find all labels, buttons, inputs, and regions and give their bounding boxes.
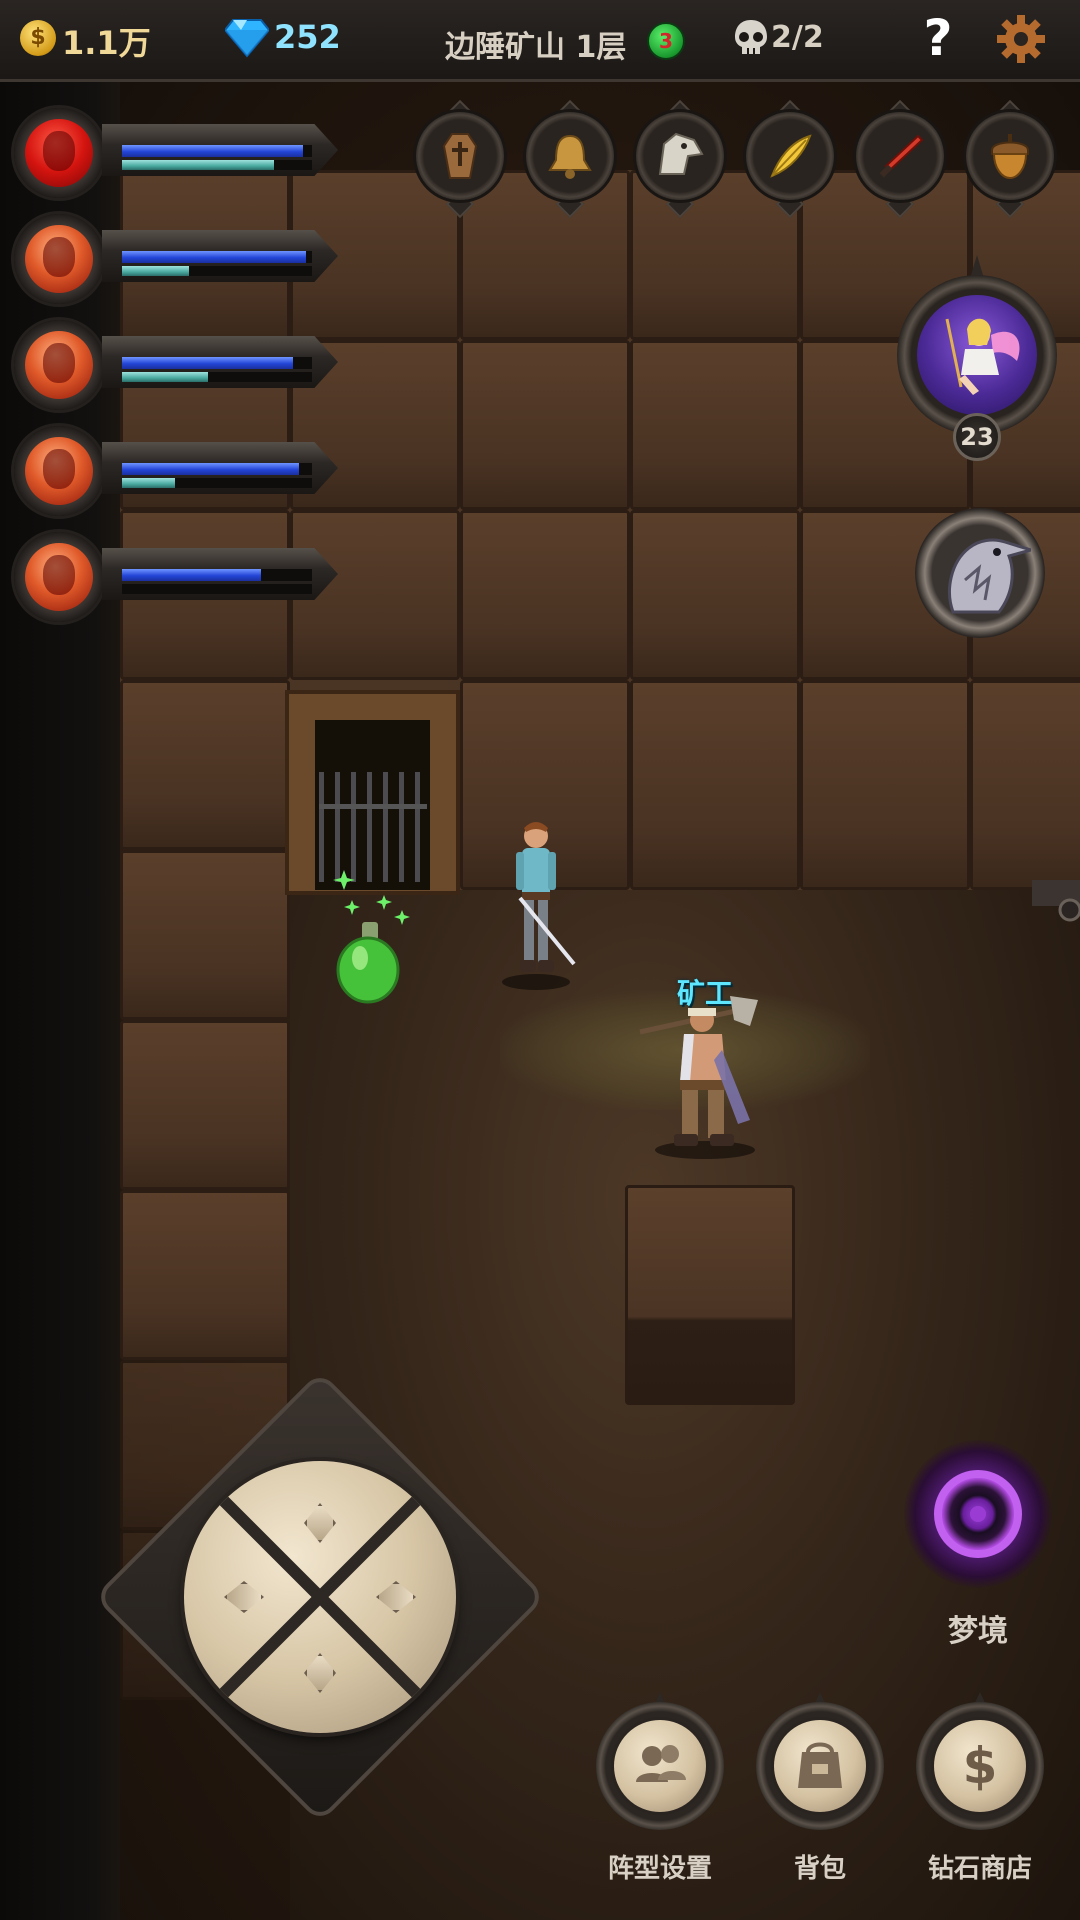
skull-icon [735, 20, 767, 54]
hp-bar-4 [122, 463, 312, 475]
team-icon [636, 1745, 686, 1782]
portal-icon [934, 1470, 1022, 1558]
party-member-4[interactable] [10, 418, 340, 518]
angel-companion-icon [945, 318, 1020, 395]
miner-enemy[interactable] [630, 990, 780, 1160]
gold-amount: 1.1万 [62, 24, 151, 62]
mp-bar-1 [122, 160, 312, 170]
hero-portrait-1 [25, 119, 93, 187]
gold-coin-icon: $ [20, 20, 56, 56]
hero-portrait-2 [25, 225, 93, 293]
golden-feather-relic-icon [770, 134, 812, 178]
hero-swordsman[interactable] [486, 812, 586, 992]
dungeon-level-title: 边陲矿山 1层 [445, 30, 627, 65]
mp-bar-5 [122, 584, 312, 594]
relic-slot-3[interactable] [630, 99, 730, 219]
mp-bar-3 [122, 372, 312, 382]
floor-badge[interactable]: 3 [647, 22, 685, 60]
hero-portrait-4 [25, 437, 93, 505]
hero-portrait-5 [25, 543, 93, 611]
raven-icon [948, 538, 1031, 614]
party-member-5[interactable] [10, 524, 340, 624]
help-button[interactable]: ? [918, 10, 958, 66]
relic-slot-1[interactable] [410, 99, 510, 219]
diamond-shop-label: 钻石商店 [927, 1854, 1032, 1884]
hero-portrait-3 [25, 331, 93, 399]
dpad-right-button[interactable] [346, 1547, 446, 1647]
bell-relic-icon [548, 134, 592, 179]
mp-bar-2 [122, 266, 312, 276]
party-member-3[interactable] [10, 312, 340, 412]
mine-cart [1032, 880, 1080, 922]
dream-portal-button[interactable] [904, 1440, 1052, 1588]
party-member-2[interactable] [10, 206, 340, 306]
coffin-relic-icon [442, 133, 478, 179]
stone-pillar [625, 1185, 795, 1405]
green-potion-icon[interactable] [322, 840, 422, 1010]
top-status-bar: $ 1.1万 252 边陲矿山 1层 3 2/2 ? [0, 0, 1080, 82]
formation-label: 阵型设置 [607, 1854, 712, 1884]
diamond-shop-button[interactable]: $ 钻石商店 [910, 1692, 1050, 1884]
hp-bar-1 [122, 145, 312, 157]
backpack-icon [798, 1742, 842, 1788]
companion-fairy-button[interactable]: 23 [897, 255, 1057, 461]
hp-bar-5 [122, 569, 312, 581]
relic-slot-4[interactable] [740, 99, 840, 219]
relic-slot-2[interactable] [520, 99, 620, 219]
diamond-amount: 252 [274, 18, 341, 56]
dpad-left-button[interactable] [194, 1547, 294, 1647]
relic-slot-5[interactable] [850, 99, 950, 219]
dollar-icon: $ [934, 1720, 1026, 1812]
raven-pet-button[interactable] [915, 508, 1045, 638]
acorn-relic-icon [991, 134, 1029, 180]
mp-bar-4 [122, 478, 312, 488]
hp-bar-3 [122, 357, 312, 369]
dream-label: 梦境 [948, 1614, 1008, 1649]
kill-counter: 2/2 [771, 20, 824, 55]
hp-bar-2 [122, 251, 312, 263]
movement-dpad[interactable] [93, 1370, 547, 1824]
settings-gear-icon[interactable] [996, 14, 1046, 64]
diamond-icon [225, 19, 269, 58]
formation-button[interactable]: 阵型设置 [590, 1692, 730, 1884]
dragon-head-relic-icon [658, 132, 704, 175]
relic-slot-6[interactable] [960, 99, 1060, 219]
backpack-label: 背包 [793, 1854, 846, 1884]
backpack-button[interactable]: 背包 [750, 1692, 890, 1884]
companion-level-badge: 23 [953, 413, 1001, 461]
red-dagger-relic-icon [879, 134, 924, 178]
party-member-1[interactable] [10, 100, 340, 200]
